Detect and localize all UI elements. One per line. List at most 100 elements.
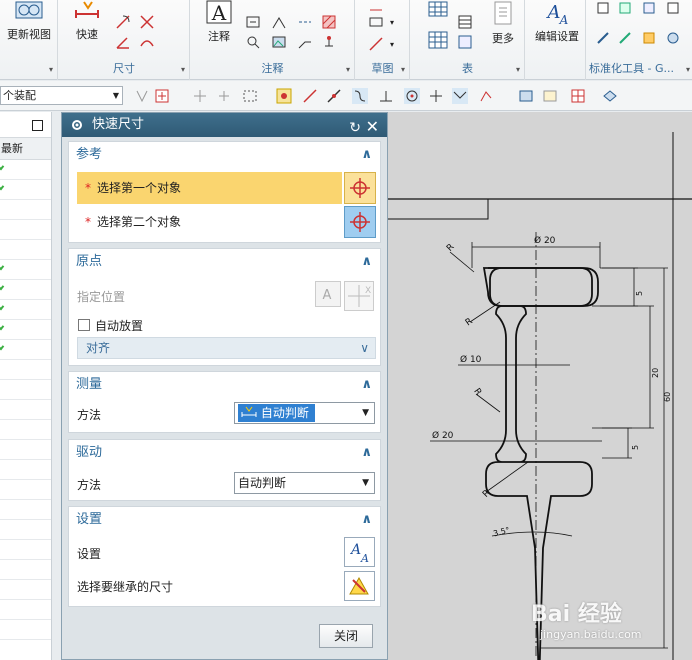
crosshair-icon[interactable] <box>192 88 208 104</box>
navigator-row[interactable] <box>0 240 51 260</box>
select-first-object-row[interactable]: * 选择第一个对象 <box>77 172 376 204</box>
zoom-icon[interactable] <box>245 34 261 50</box>
view-fit-icon[interactable] <box>518 88 534 104</box>
chevron-up-icon[interactable]: ∧ <box>361 372 372 398</box>
navigator-row[interactable] <box>0 280 51 300</box>
reset-icon[interactable]: ↻ <box>349 116 361 140</box>
table-icon[interactable] <box>427 0 449 20</box>
tool6-icon[interactable] <box>617 30 633 46</box>
column-header-latest[interactable]: 最新 <box>0 138 51 160</box>
origin-tool-button[interactable]: A <box>315 281 341 307</box>
snap-quadrant-icon[interactable] <box>452 88 468 104</box>
taper-angle-dim[interactable]: 3.5° <box>492 525 510 538</box>
navigator-row[interactable] <box>0 580 51 600</box>
navigator-row[interactable] <box>0 500 51 520</box>
navigator-row[interactable] <box>0 400 51 420</box>
snap-intersection-icon[interactable] <box>428 88 444 104</box>
rapid-dimension-button[interactable]: 快速 <box>67 0 107 42</box>
snap-center-icon[interactable] <box>404 88 420 104</box>
shank-height-dim[interactable]: 20 <box>651 368 660 378</box>
settings-header[interactable]: 设置 ∧ <box>69 507 380 533</box>
snap-endpoint-icon[interactable] <box>276 88 292 104</box>
chevron-down-icon[interactable]: ▾ <box>401 65 405 74</box>
snap-tangent-icon[interactable] <box>352 88 368 104</box>
tool4-icon[interactable] <box>665 0 681 16</box>
snap-arc-icon[interactable] <box>478 88 494 104</box>
move-icon[interactable] <box>216 88 232 104</box>
view-image-icon[interactable] <box>542 88 558 104</box>
chevron-down-icon[interactable]: ▾ <box>686 65 690 74</box>
close-icon[interactable]: ✕ <box>366 115 379 139</box>
rectangle-icon[interactable] <box>368 14 384 30</box>
mid-diameter-dim[interactable]: Ø 10 <box>460 354 482 365</box>
maximize-icon[interactable] <box>32 120 43 131</box>
reference-header[interactable]: 参考 ∧ <box>69 142 380 168</box>
navigator-row[interactable] <box>0 620 51 640</box>
leader-icon[interactable] <box>297 34 313 50</box>
mid-radius-dim-1[interactable]: R <box>464 317 475 329</box>
layout-icon[interactable] <box>570 88 586 104</box>
arc-length-icon[interactable] <box>139 34 155 50</box>
chevron-down-icon[interactable]: ▾ <box>346 65 350 74</box>
snap-midpoint-icon[interactable] <box>326 88 342 104</box>
tool3-icon[interactable] <box>641 0 657 16</box>
navigator-row[interactable] <box>0 340 51 360</box>
select-first-object[interactable]: * 选择第一个对象 <box>77 172 342 204</box>
more-button[interactable]: 更多 <box>485 0 521 46</box>
navigator-row[interactable] <box>0 540 51 560</box>
navigator-row[interactable] <box>0 440 51 460</box>
select-second-object[interactable]: * 选择第二个对象 <box>77 206 342 238</box>
navigator-row[interactable] <box>0 460 51 480</box>
point-dialog-button[interactable]: X <box>344 281 374 311</box>
mid-radius-dim-2[interactable]: R <box>471 387 483 398</box>
chevron-up-icon[interactable]: ∧ <box>361 507 372 533</box>
navigator-row[interactable] <box>0 160 51 180</box>
select-first-object-button[interactable] <box>344 172 376 204</box>
snap-point-icon[interactable] <box>154 88 170 104</box>
angular-dim-icon[interactable] <box>115 34 131 50</box>
chevron-down-icon[interactable]: ▾ <box>390 40 394 49</box>
select-second-object-button[interactable] <box>344 206 376 238</box>
tool8-icon[interactable] <box>665 30 681 46</box>
radial-dim-icon[interactable] <box>115 14 131 30</box>
tabular-note-icon[interactable] <box>427 30 449 50</box>
hatch-icon[interactable] <box>321 14 337 30</box>
snap-perpendicular-icon[interactable] <box>378 88 394 104</box>
parts-list-icon[interactable] <box>457 14 473 30</box>
update-view-button[interactable]: 更新视图 <box>4 0 54 42</box>
chevron-down-icon[interactable]: ▾ <box>390 18 394 27</box>
navigator-row[interactable] <box>0 300 51 320</box>
navigator-row[interactable] <box>0 200 51 220</box>
datum-icon[interactable] <box>271 14 287 30</box>
drive-header[interactable]: 驱动 ∧ <box>69 440 380 466</box>
line-icon[interactable] <box>368 36 384 52</box>
origin-header[interactable]: 原点 ∧ <box>69 249 380 275</box>
inherit-dimension-button[interactable] <box>344 571 375 601</box>
edit-settings-button[interactable]: A A 编辑设置 <box>530 0 584 44</box>
measurement-header[interactable]: 测量 ∧ <box>69 372 380 398</box>
navigator-row[interactable] <box>0 480 51 500</box>
chevron-up-icon[interactable]: ∧ <box>361 249 372 275</box>
tool1-icon[interactable] <box>595 0 611 16</box>
display-mode-icon[interactable] <box>602 88 618 104</box>
hole-table-icon[interactable] <box>457 34 473 50</box>
snap-line-icon[interactable] <box>302 88 318 104</box>
navigator-row[interactable] <box>0 520 51 540</box>
navigator-row[interactable] <box>0 360 51 380</box>
low-diameter-dim[interactable]: Ø 20 <box>432 430 454 441</box>
navigator-row[interactable] <box>0 420 51 440</box>
low-flange-height-dim[interactable]: 5 <box>631 445 640 450</box>
top-flange-height-dim[interactable]: 5 <box>635 291 644 296</box>
navigator-row[interactable] <box>0 220 51 240</box>
navigator-row[interactable] <box>0 380 51 400</box>
chevron-down-icon[interactable]: ▾ <box>516 65 520 74</box>
centerline-icon[interactable] <box>297 14 313 30</box>
note-button[interactable]: A 注释 <box>199 0 239 44</box>
low-radius-dim[interactable]: R <box>481 488 493 500</box>
tool7-icon[interactable] <box>641 30 657 46</box>
feature-control-icon[interactable] <box>245 14 261 30</box>
drive-method-select[interactable]: 自动判断 ▼ <box>234 472 375 494</box>
assembly-filter-select[interactable]: 个装配 ▼ <box>0 86 123 105</box>
total-height-dim[interactable]: 60 <box>663 392 672 402</box>
weld-symbol-icon[interactable] <box>321 34 337 50</box>
